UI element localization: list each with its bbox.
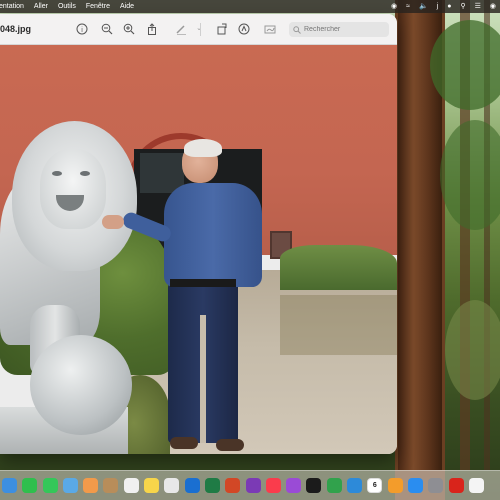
menu-item-presentation[interactable]: entation xyxy=(0,0,24,13)
dock: 6 xyxy=(0,470,500,500)
menu-item-tools[interactable]: Outils xyxy=(58,0,76,13)
dock-app-reminders-icon[interactable] xyxy=(123,478,139,493)
zoom-out-icon[interactable] xyxy=(101,23,113,35)
dock-app-music-icon[interactable] xyxy=(265,478,281,493)
search-field[interactable] xyxy=(289,22,389,37)
dock-app-powerpoint-icon[interactable] xyxy=(225,478,241,493)
toolbar-divider xyxy=(200,23,201,36)
dock-app-outlook-icon[interactable] xyxy=(184,478,200,493)
tree-foliage xyxy=(445,300,500,400)
svg-text:i: i xyxy=(81,27,83,34)
siri-icon[interactable]: ◉ xyxy=(490,0,496,13)
person-leg-gap xyxy=(200,315,206,443)
bluetooth-icon[interactable]: ϳ xyxy=(437,0,439,13)
dock-app-photos-icon[interactable] xyxy=(83,478,99,493)
share-icon[interactable] xyxy=(146,23,158,35)
person-hair xyxy=(184,139,222,157)
volume-icon[interactable]: 🔈 xyxy=(419,0,428,13)
tree-foliage xyxy=(440,120,500,230)
markup-pen-icon[interactable] xyxy=(175,23,187,35)
zoom-in-icon[interactable] xyxy=(123,23,135,35)
info-icon[interactable]: i xyxy=(76,23,88,35)
menu-bar-status-area: ◉ ≈ 🔈 ϳ ● ⚲ ☰ ◉ xyxy=(382,0,496,13)
dock-app-calendar-icon[interactable]: 6 xyxy=(367,478,383,493)
sign-icon[interactable] xyxy=(264,23,276,35)
menu-item-window[interactable]: Fenêtre xyxy=(86,0,110,13)
dock-app-pages-icon[interactable] xyxy=(387,478,403,493)
dock-app-contacts-icon[interactable] xyxy=(103,478,119,493)
lion-statue-eye xyxy=(52,171,62,176)
dock-app-podcasts-icon[interactable] xyxy=(286,478,302,493)
dock-app-acrobat-icon[interactable] xyxy=(448,478,464,493)
person-shirt xyxy=(164,183,262,287)
document-title: 048.jpg xyxy=(0,24,32,34)
dock-app-numbers-icon[interactable] xyxy=(326,478,342,493)
person-shoe xyxy=(216,439,244,451)
search-icon xyxy=(293,25,301,34)
grass-patch xyxy=(280,295,397,355)
dock-app-excel-icon[interactable] xyxy=(204,478,220,493)
dock-app-facetime-icon[interactable] xyxy=(22,478,38,493)
wifi-icon[interactable]: ≈ xyxy=(406,0,410,13)
hedge xyxy=(280,245,397,290)
dock-app-system-settings-icon[interactable] xyxy=(428,478,444,493)
vpn-icon[interactable]: ◉ xyxy=(391,0,397,13)
lion-statue-face xyxy=(40,149,106,229)
dock-app-preview-icon[interactable] xyxy=(164,478,180,493)
dock-app-messages-icon[interactable] xyxy=(42,478,58,493)
statue-ball xyxy=(30,335,132,435)
person-shoe xyxy=(170,437,198,449)
menu-item-help[interactable]: Aide xyxy=(120,0,134,13)
lang-icon[interactable]: ● xyxy=(447,0,451,13)
search-icon[interactable]: ⚲ xyxy=(460,0,465,13)
dock-app-tv-icon[interactable] xyxy=(306,478,322,493)
markup-circle-icon[interactable] xyxy=(238,23,250,35)
menu-bar: entation Aller Outils Fenêtre Aide ◉ ≈ 🔈… xyxy=(0,0,500,13)
lion-statue-eye xyxy=(80,171,90,176)
dock-app-finder-icon[interactable] xyxy=(2,478,17,493)
person-hand xyxy=(102,215,124,229)
tree-foliage xyxy=(430,20,500,110)
dock-app-onenote-icon[interactable] xyxy=(245,478,261,493)
search-input[interactable] xyxy=(304,26,384,33)
dock-app-app-store-icon[interactable] xyxy=(407,478,423,493)
dock-app-textedit-icon[interactable] xyxy=(468,478,484,493)
menu-item-go[interactable]: Aller xyxy=(34,0,48,13)
control-center-icon[interactable]: ☰ xyxy=(475,0,481,13)
chevron-down-icon[interactable]: ⌄ xyxy=(193,23,205,35)
rotate-icon[interactable] xyxy=(216,23,228,35)
dock-app-maps-icon[interactable] xyxy=(62,478,78,493)
dock-app-notes-icon[interactable] xyxy=(144,478,160,493)
dock-app-keynote-icon[interactable] xyxy=(347,478,363,493)
person-belt xyxy=(170,279,236,287)
window-toolbar: 048.jpg i ⌄ xyxy=(0,14,397,45)
preview-window: 048.jpg i ⌄ xyxy=(0,14,397,454)
photo-canvas xyxy=(0,45,397,454)
